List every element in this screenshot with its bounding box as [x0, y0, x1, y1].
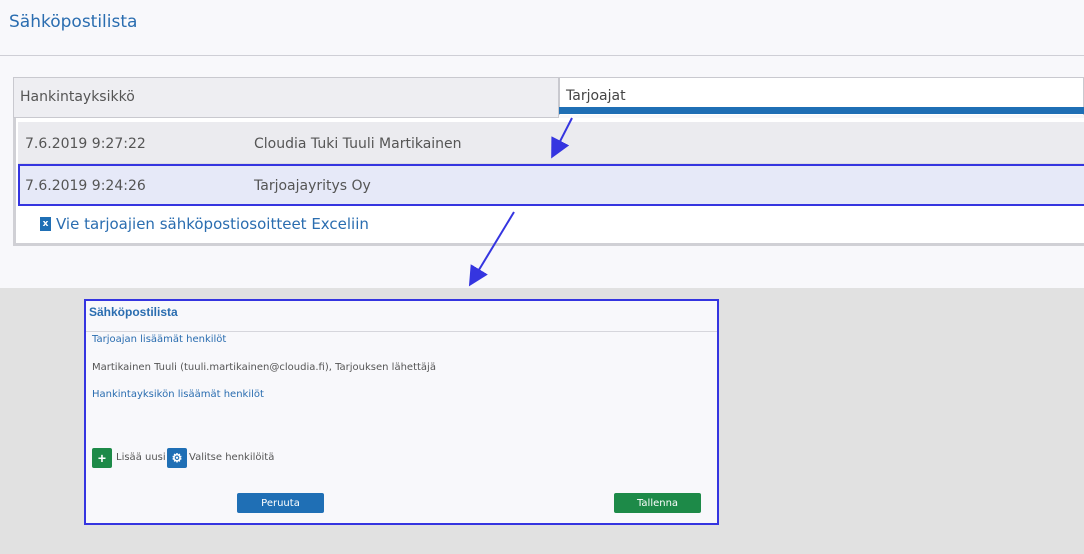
bidder-list: 7.6.2019 9:27:22 Cloudia Tuki Tuuli Mart…	[13, 118, 1084, 246]
list-row[interactable]: 7.6.2019 9:27:22 Cloudia Tuki Tuuli Mart…	[18, 122, 1084, 164]
title-divider	[0, 55, 1084, 56]
tab-bar: Hankintayksikkö Tarjoajat	[13, 77, 1084, 119]
active-tab-indicator	[559, 107, 1084, 114]
row-name: Tarjoajayritys Oy	[254, 178, 371, 194]
add-new-label: Lisää uusi	[116, 452, 166, 463]
row-date: 7.6.2019 9:27:22	[25, 136, 146, 152]
add-new-button[interactable]: +	[92, 448, 112, 468]
export-excel-label: Vie tarjoajien sähköpostiosoitteet Excel…	[56, 215, 369, 233]
row-date: 7.6.2019 9:24:26	[25, 178, 146, 194]
dialog-title: Sähköpostilista	[89, 305, 178, 319]
top-panel: Sähköpostilista Hankintayksikkö Tarjoaja…	[0, 0, 1084, 288]
gear-icon: ⚙	[171, 451, 183, 465]
email-list-dialog: Sähköpostilista Tarjoajan lisäämät henki…	[84, 299, 719, 525]
tab-hankintayksikko[interactable]: Hankintayksikkö	[13, 77, 559, 118]
section-bidder-added: Tarjoajan lisäämät henkilöt	[92, 334, 227, 345]
save-button[interactable]: Tallenna	[614, 493, 701, 513]
select-persons-label: Valitse henkilöitä	[189, 452, 275, 463]
plus-icon: +	[97, 450, 107, 466]
export-excel-link[interactable]: x Vie tarjoajien sähköpostiosoitteet Exc…	[40, 215, 369, 233]
dialog-divider	[86, 331, 717, 332]
page-title: Sähköpostilista	[9, 12, 138, 32]
section-unit-added: Hankintayksikön lisäämät henkilöt	[92, 389, 264, 400]
cancel-button[interactable]: Peruuta	[237, 493, 324, 513]
excel-icon: x	[40, 217, 51, 231]
row-name: Cloudia Tuki Tuuli Martikainen	[254, 136, 462, 152]
list-row-selected[interactable]: 7.6.2019 9:24:26 Tarjoajayritys Oy	[18, 164, 1084, 206]
person-entry: Martikainen Tuuli (tuuli.martikainen@clo…	[92, 362, 436, 373]
select-persons-button[interactable]: ⚙	[167, 448, 187, 468]
